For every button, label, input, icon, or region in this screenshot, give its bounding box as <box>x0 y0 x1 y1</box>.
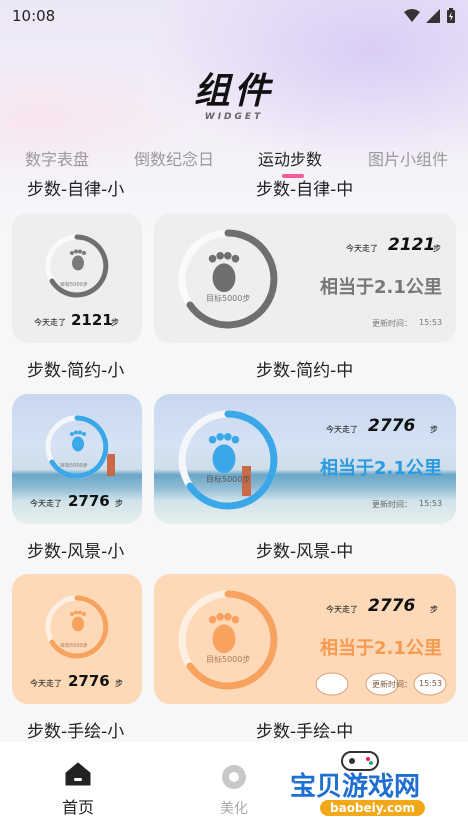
distance-equivalent: 相当于2.1公里 <box>320 638 442 659</box>
step-unit: 步 <box>430 605 438 614</box>
walked-label: 今天走了 <box>326 425 358 434</box>
step-count: 2776 <box>68 672 110 690</box>
goal-label: 目标5000步 <box>206 294 251 303</box>
tab-digital-dial[interactable]: 数字表盘 <box>25 146 89 170</box>
footprint-icon <box>208 612 240 654</box>
footprint-icon <box>208 432 240 474</box>
page-subtitle: WIDGET <box>204 112 264 122</box>
widget-label-simple-medium: 步数-简约-中 <box>256 361 354 381</box>
update-label: 更新时间： <box>372 500 412 509</box>
update-time: 15:53 <box>419 679 443 688</box>
widget-scenery-medium[interactable]: 目标5000步 今天走了 2776 步 相当于2.1公里 更新时间： 15:53 <box>154 394 456 524</box>
widget-handdrawn-small[interactable]: 目标5000步 今天走了 2776 步 <box>12 574 142 704</box>
goal-label: 目标5000步 <box>206 475 251 484</box>
footprint-icon <box>70 430 86 452</box>
distance-equivalent: 相当于2.1公里 <box>320 458 442 479</box>
nav-beautify[interactable]: 美化 <box>189 764 279 818</box>
battery-icon <box>447 8 455 23</box>
goal-label: 目标5000步 <box>60 282 88 288</box>
update-time: 15:53 <box>419 499 443 508</box>
walked-label: 今天走了 <box>326 605 358 614</box>
goal-label: 目标5000步 <box>60 463 88 469</box>
walked-label: 今天走了 <box>30 679 62 688</box>
widget-simple-medium[interactable]: 目标5000步 今天走了 2121 步 相当于2.1公里 更新时间： 15:53 <box>154 213 456 343</box>
step-unit: 步 <box>115 679 123 688</box>
tab-photo-widget[interactable]: 图片小组件 <box>368 146 448 170</box>
step-count: 2776 <box>368 596 416 616</box>
widget-label-scenery-small: 步数-风景-小 <box>27 542 125 562</box>
update-time: 15:53 <box>419 318 443 327</box>
step-count: 2776 <box>68 492 110 510</box>
distance-equivalent: 相当于2.1公里 <box>320 277 442 298</box>
category-tabs: 数字表盘 倒数纪念日 运动步数 图片小组件 <box>0 146 468 174</box>
page-title: 组件 <box>193 71 274 112</box>
wifi-icon <box>404 9 420 22</box>
step-unit: 步 <box>115 499 123 508</box>
tab-steps[interactable]: 运动步数 <box>258 146 322 170</box>
watermark-url: baobeiy.com <box>320 800 425 816</box>
walked-label: 今天走了 <box>34 318 66 327</box>
walked-label: 今天走了 <box>346 244 378 253</box>
widget-label-scenery-medium: 步数-风景-中 <box>256 542 354 562</box>
watermark: 宝贝游戏网 baobeiy.com <box>290 748 460 828</box>
footprint-icon <box>208 251 240 293</box>
nav-beautify-label: 美化 <box>220 801 248 817</box>
step-unit: 步 <box>433 244 441 253</box>
nav-home-label: 首页 <box>61 798 94 817</box>
update-label: 更新时间： <box>372 319 412 328</box>
goal-label: 目标5000步 <box>60 643 88 649</box>
watermark-title: 宝贝游戏网 <box>290 772 421 802</box>
step-unit: 步 <box>111 318 119 327</box>
widget-label-handdrawn-medium: 步数-手绘-中 <box>256 722 354 742</box>
page-header: 组件 WIDGET <box>0 62 468 122</box>
update-label: 更新时间： <box>372 680 412 689</box>
step-count: 2121 <box>388 235 436 255</box>
step-unit: 步 <box>430 425 438 434</box>
widget-scenery-small[interactable]: 目标5000步 今天走了 2776 步 <box>12 394 142 524</box>
footprint-icon <box>70 249 86 271</box>
walked-label: 今天走了 <box>30 499 62 508</box>
step-count: 2121 <box>71 311 113 329</box>
tab-countdown[interactable]: 倒数纪念日 <box>134 146 214 170</box>
nav-home[interactable]: 首页 <box>33 762 123 818</box>
step-count: 2776 <box>368 416 416 436</box>
widget-label-discipline-small: 步数-自律-小 <box>27 180 125 200</box>
footprint-icon <box>70 610 86 632</box>
status-time: 10:08 <box>12 7 56 25</box>
widget-simple-small[interactable]: 目标5000步 今天走了 2121 步 <box>12 213 142 343</box>
beautify-icon <box>222 765 246 789</box>
widget-label-discipline-medium: 步数-自律-中 <box>256 180 354 200</box>
widget-label-simple-small: 步数-简约-小 <box>27 361 125 381</box>
widget-label-handdrawn-small: 步数-手绘-小 <box>27 722 125 742</box>
widget-handdrawn-medium[interactable]: 目标5000步 今天走了 2776 步 相当于2.1公里 更新时间： 15:53 <box>154 574 456 704</box>
status-bar: 10:08 <box>0 0 468 32</box>
home-icon <box>65 762 91 786</box>
goal-label: 目标5000步 <box>206 655 251 664</box>
signal-icon <box>426 9 440 23</box>
